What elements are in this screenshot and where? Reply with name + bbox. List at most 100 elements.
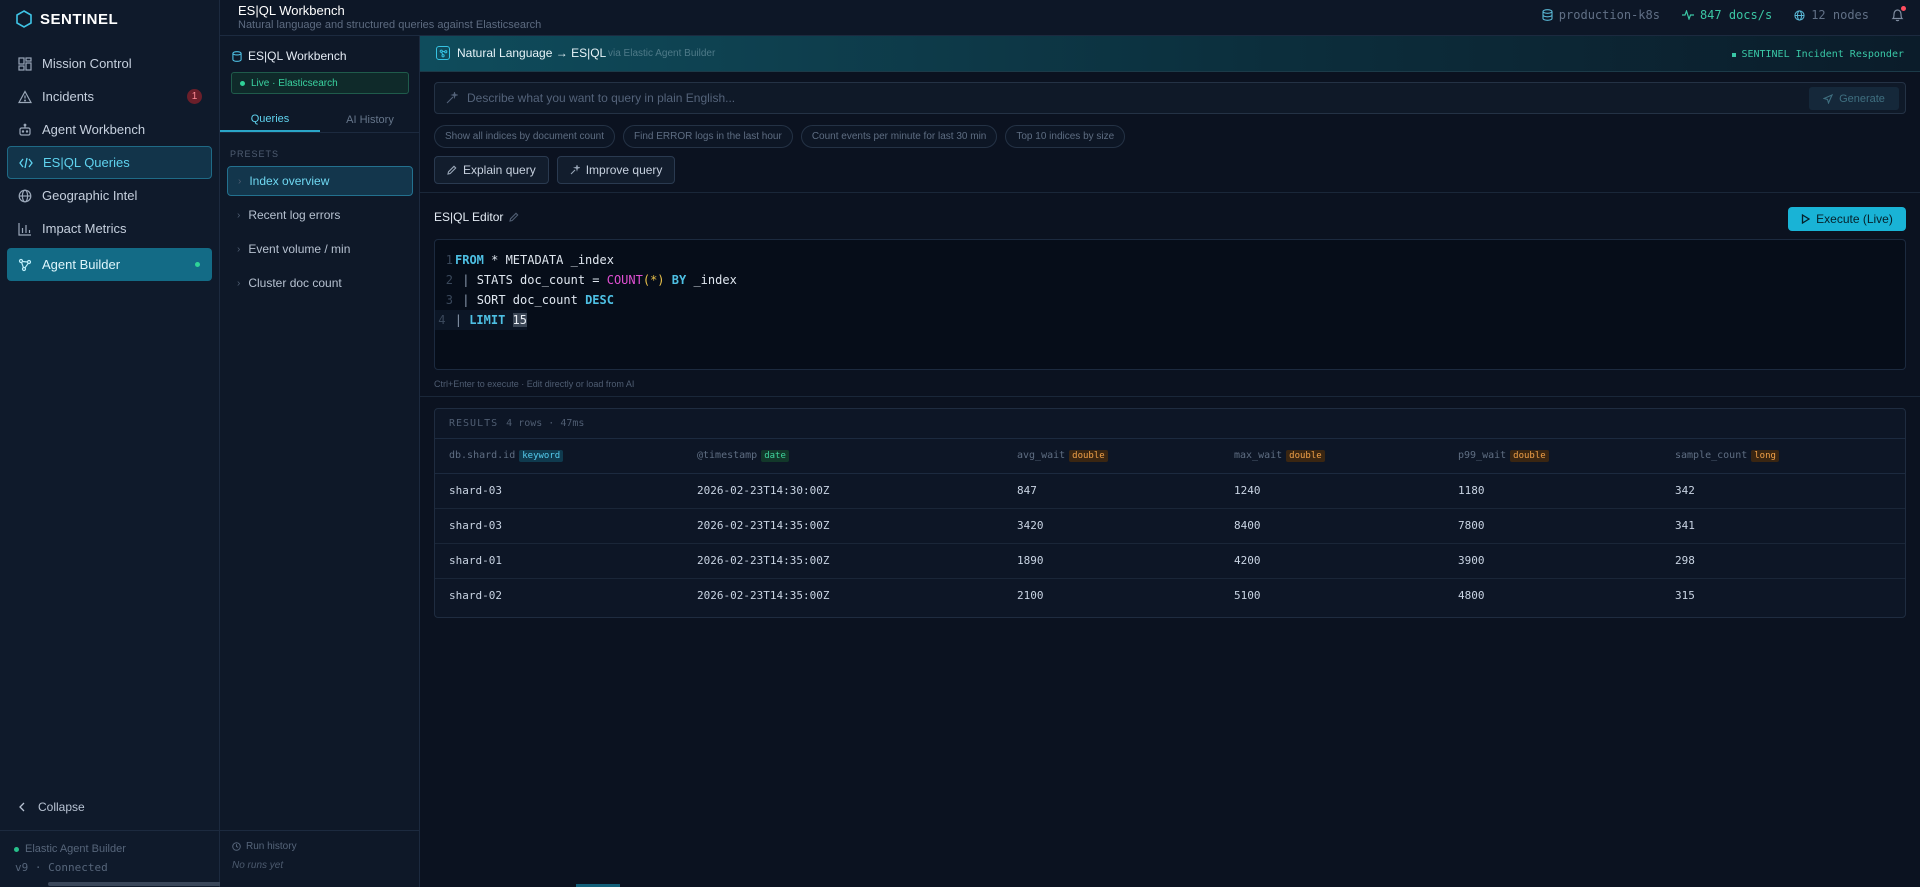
connection-status: v9 · Connected xyxy=(15,861,108,874)
dashboard-icon xyxy=(18,56,32,71)
column-header[interactable]: max_wait double xyxy=(1220,439,1444,474)
notifications-button[interactable] xyxy=(1891,6,1906,22)
table-cell: 2026-02-23T14:35:00Z xyxy=(697,589,830,603)
generate-button[interactable]: Generate xyxy=(1809,87,1899,110)
preset-label: Index overview xyxy=(249,174,330,188)
suggestion-chips: Show all indices by document count Find … xyxy=(434,125,1126,148)
table-cell: shard-02 xyxy=(449,589,502,603)
responder-dot xyxy=(1732,52,1737,57)
hexagon-logo-icon xyxy=(16,10,32,28)
notification-dot xyxy=(1901,6,1906,11)
suggestion-chip[interactable]: Show all indices by document count xyxy=(434,125,615,148)
table-cell: shard-03 xyxy=(435,508,683,544)
brand[interactable]: SENTINEL xyxy=(16,8,118,30)
page-subtitle: Natural language and structured queries … xyxy=(238,19,542,31)
table-row[interactable]: shard-01 2026-02-23T14:35:00Z 1890 4200 … xyxy=(435,543,1905,579)
line-number: 3 xyxy=(445,293,453,307)
nl-header: Natural Language → ES|QL via Elastic Age… xyxy=(420,36,1920,72)
table-cell: 298 xyxy=(1661,543,1905,579)
selected-number: 15 xyxy=(512,313,527,327)
query-actions: Explain query Improve query xyxy=(434,156,676,184)
nav-item-geographic-intel[interactable]: Geographic Intel xyxy=(7,179,212,212)
nav-item-mission-control[interactable]: Mission Control xyxy=(7,47,212,80)
table-cell: 847 xyxy=(1003,473,1220,509)
results-panel: RESULTS 4 rows · 47ms db.shard.id keyword… xyxy=(434,408,1906,618)
suggestion-chip[interactable]: Count events per minute for last 30 min xyxy=(800,125,998,148)
preset-event-volume[interactable]: › Event volume / min xyxy=(227,234,413,264)
agent-builder-status-dot xyxy=(195,262,200,267)
type-badge: double xyxy=(1069,449,1108,462)
table-cell: 341 xyxy=(1661,508,1905,544)
table-cell: 2026-02-23T14:35:00Z xyxy=(683,508,1003,544)
column-name: p99_wait xyxy=(1458,449,1507,461)
nav-item-impact-metrics[interactable]: Impact Metrics xyxy=(7,212,212,245)
column-header[interactable]: db.shard.id keyword xyxy=(435,439,683,474)
table-row[interactable]: shard-03 2026-02-23T14:35:00Z 3420 8400 … xyxy=(435,508,1905,544)
cluster-indicator[interactable]: production-k8s xyxy=(1542,8,1660,22)
code-icon xyxy=(19,156,33,170)
responder-badge: SENTINEL Incident Responder xyxy=(1732,49,1904,60)
tab-ai-history[interactable]: AI History xyxy=(320,107,420,132)
live-dot xyxy=(240,80,245,86)
table-cell: 342 xyxy=(1661,473,1905,509)
collapse-button[interactable]: Collapse xyxy=(18,800,85,814)
column-header[interactable]: @timestamp date xyxy=(683,439,1003,474)
table-cell: 1240 xyxy=(1220,473,1444,509)
preset-index-overview[interactable]: › Index overview xyxy=(227,166,413,196)
presets-heading: PRESETS xyxy=(230,149,280,159)
no-runs-text: No runs yet xyxy=(232,860,284,871)
column-name: sample_count xyxy=(1675,449,1748,461)
divider xyxy=(420,192,1920,193)
top-bar: ES|QL Workbench Natural language and str… xyxy=(220,0,1920,36)
send-icon xyxy=(1823,93,1834,104)
column-header[interactable]: avg_wait double xyxy=(1003,439,1220,474)
explain-query-button[interactable]: Explain query xyxy=(434,156,549,184)
nav-label: Agent Workbench xyxy=(42,122,146,137)
line-number: 4 xyxy=(438,313,446,327)
preset-recent-log-errors[interactable]: › Recent log errors xyxy=(227,200,413,230)
nav-item-esql-queries[interactable]: ES|QL Queries xyxy=(7,146,212,179)
results-meta: 4 rows · 47ms xyxy=(506,418,585,429)
run-history-section: Run history No runs yet xyxy=(220,830,420,871)
chevron-right-icon: › xyxy=(237,209,241,221)
nav-item-agent-workbench[interactable]: Agent Workbench xyxy=(7,113,212,146)
nl-via: via Elastic Agent Builder xyxy=(608,48,716,59)
pencil-icon xyxy=(447,165,457,175)
nav-item-incidents[interactable]: Incidents 1 xyxy=(7,80,212,113)
database-icon xyxy=(1542,9,1553,21)
table-cell: 2100 xyxy=(1017,589,1044,603)
preset-list: › Index overview › Recent log errors › Even… xyxy=(227,166,413,302)
code-text: _index xyxy=(686,273,737,287)
suggestion-chip[interactable]: Top 10 indices by size xyxy=(1005,125,1126,148)
keyword: DESC xyxy=(585,293,614,307)
table-row[interactable]: shard-03 2026-02-23T14:30:00Z 847 1240 1… xyxy=(435,473,1905,509)
execute-live-button[interactable]: Execute (Live) xyxy=(1788,207,1906,231)
column-header[interactable]: p99_wait double xyxy=(1444,439,1661,474)
suggestion-chip[interactable]: Find ERROR logs in the last hour xyxy=(622,125,793,148)
type-badge: date xyxy=(761,449,789,462)
editor-label: ES|QL Editor xyxy=(434,210,504,224)
table-cell: 1180 xyxy=(1444,473,1661,509)
column-header[interactable]: sample_count long xyxy=(1661,439,1905,474)
play-icon xyxy=(1801,214,1811,224)
nl-query-input[interactable] xyxy=(467,83,1617,113)
preset-cluster-doc-count[interactable]: › Cluster doc count xyxy=(227,268,413,298)
esql-editor[interactable]: 1 FROM * METADATA _index 2 | STATS doc_c… xyxy=(434,239,1906,370)
table-row[interactable]: shard-02 2026-02-23T14:35:00Z 2100 5100 … xyxy=(435,578,1905,613)
edit-icon[interactable] xyxy=(509,212,519,222)
table-header-row: db.shard.id keyword @timestamp date avg_wa… xyxy=(435,439,1905,474)
tab-queries[interactable]: Queries xyxy=(220,107,320,132)
keyword: LIMIT xyxy=(469,313,506,327)
column-name: avg_wait xyxy=(1017,449,1066,461)
table-cell: shard-03 xyxy=(435,473,683,509)
nav-item-agent-builder[interactable]: Agent Builder xyxy=(7,248,212,281)
run-history-toggle[interactable]: Run history xyxy=(232,841,408,852)
code-text: SORT doc_count xyxy=(476,293,586,307)
nav-label: Incidents xyxy=(42,89,95,104)
sidebar-footer: Elastic Agent Builder v9 · Connected xyxy=(0,830,220,874)
pipe-operator: | xyxy=(454,313,470,327)
code-line-current: 4 | LIMIT 15 xyxy=(435,310,527,330)
magic-wand-icon xyxy=(446,92,458,104)
live-status-badge: Live · Elasticsearch xyxy=(231,72,409,94)
improve-query-button[interactable]: Improve query xyxy=(556,156,676,184)
